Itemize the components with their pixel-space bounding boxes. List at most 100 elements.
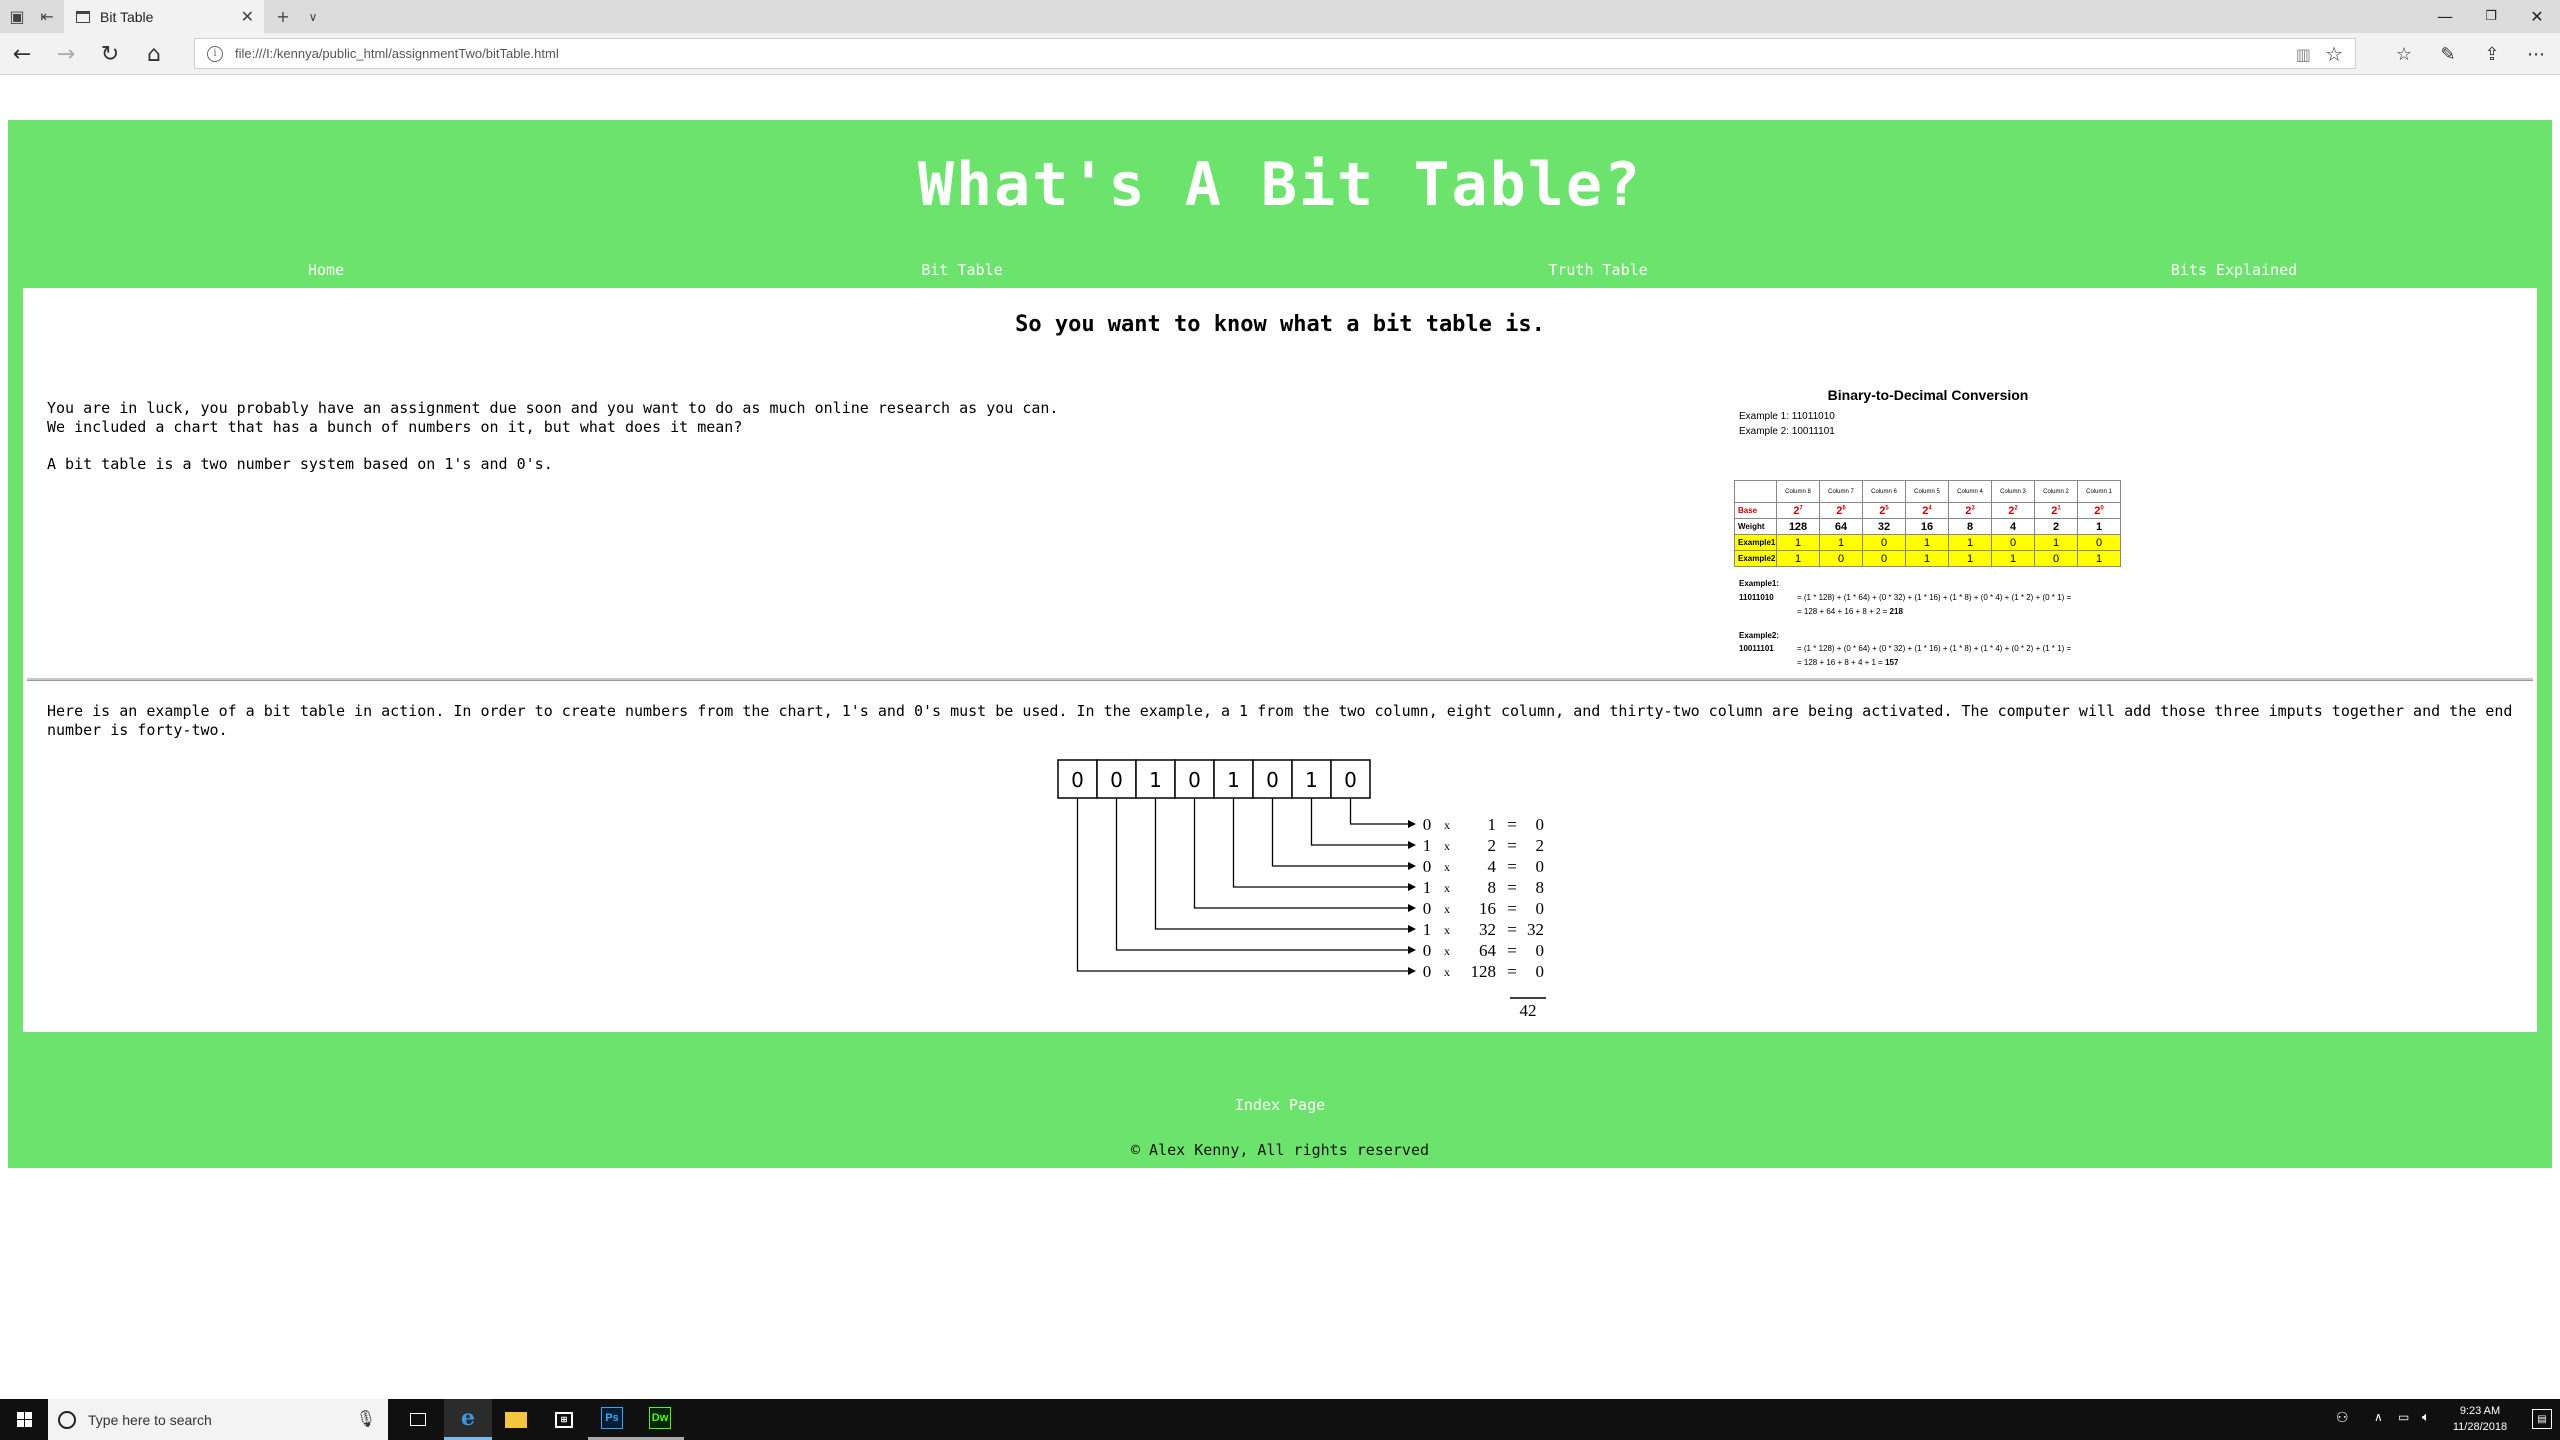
- forward-arrow-icon[interactable]: →: [46, 37, 86, 71]
- calc1-label: Example1:: [1739, 579, 1780, 588]
- calc1-line-1: = (1 * 128) + (1 * 64) + (0 * 32) + (1 *…: [1797, 593, 2072, 602]
- refresh-icon[interactable]: ↻: [90, 37, 130, 71]
- column-header: Column 4: [1948, 480, 1992, 503]
- row-weight: 16: [1479, 899, 1496, 918]
- favorites-hub-icon[interactable]: ☆: [2384, 37, 2424, 71]
- tab-preview-chevron-icon[interactable]: ∨: [296, 0, 330, 33]
- bit-box-value: 0: [1110, 768, 1123, 792]
- equals-sign: =: [1507, 899, 1517, 918]
- arrow-head: [1408, 883, 1416, 891]
- calc2-number: 10011101: [1739, 644, 1774, 653]
- back-arrow-icon[interactable]: ←: [2, 37, 42, 71]
- connector-line: [1115, 798, 1408, 951]
- equals-sign: =: [1507, 836, 1517, 855]
- taskbar-app-file-explorer[interactable]: [492, 1399, 540, 1440]
- equals-sign: =: [1507, 962, 1517, 981]
- conversion-example-1: Example 1: 11011010: [1739, 411, 1835, 422]
- weight-cell: 1: [2077, 518, 2121, 535]
- bit-box-value: 0: [1266, 768, 1279, 792]
- task-view-button[interactable]: [394, 1399, 442, 1440]
- tab-title: Bit Table: [100, 8, 154, 25]
- share-icon[interactable]: ⇪: [2472, 37, 2512, 71]
- weight-cell: 8: [1948, 518, 1992, 535]
- bit-cell: 1: [1991, 550, 2035, 567]
- column-header: Column 5: [1905, 480, 1949, 503]
- taskbar-app-store[interactable]: ⊞: [540, 1399, 588, 1440]
- volume-icon[interactable]: 🔈︎: [2422, 1410, 2430, 1425]
- favorite-star-icon[interactable]: ☆: [2325, 42, 2343, 66]
- example-paragraph: Here is an example of a bit table in act…: [47, 702, 2513, 739]
- site-info-icon[interactable]: i: [207, 45, 223, 62]
- reading-view-icon[interactable]: ▥: [2296, 45, 2311, 64]
- browser-tab-active[interactable]: Bit Table ✕: [64, 0, 264, 33]
- row-bit: 1: [1423, 878, 1432, 897]
- equals-sign: =: [1507, 920, 1517, 939]
- address-bar[interactable]: i file:///I:/kennya/public_html/assignme…: [194, 38, 2356, 69]
- action-center-icon[interactable]: ▤: [2532, 1409, 2552, 1429]
- cortana-icon: [58, 1410, 76, 1429]
- new-tab-icon[interactable]: +: [266, 0, 300, 33]
- column-header: Column 3: [1991, 480, 2035, 503]
- clock-date: 11/28/2018: [2452, 1421, 2508, 1433]
- base-cell: 22: [1991, 502, 2035, 519]
- taskbar-app-photoshop[interactable]: Ps: [588, 1399, 636, 1440]
- base-row: Base 27 26 25 24 23 22 21 20: [1734, 502, 2121, 519]
- diagram-total: 42: [1520, 1001, 1537, 1020]
- nav-link-bit-table[interactable]: Bit Table: [644, 261, 1280, 279]
- row-weight: 32: [1479, 920, 1496, 939]
- bit-cell: 0: [1991, 534, 2035, 551]
- microphone-icon[interactable]: 🎙︎: [356, 1409, 376, 1428]
- taskbar-search-box[interactable]: Type here to search 🎙︎: [48, 1399, 388, 1440]
- intro-paragraph-1: You are in luck, you probably have an as…: [47, 399, 1059, 417]
- arrow-head: [1408, 925, 1416, 933]
- footer-index-link[interactable]: Index Page: [8, 1096, 2552, 1114]
- base-cell: 20: [2077, 502, 2121, 519]
- base-cell: 26: [1819, 502, 1863, 519]
- window-close-icon[interactable]: ✕: [2514, 0, 2560, 33]
- show-hidden-icons-chevron[interactable]: ∧: [2374, 1410, 2383, 1424]
- horizontal-divider: [27, 678, 2533, 681]
- calc2-line-2: = 128 + 16 + 8 + 4 + 1 = 157: [1797, 658, 1899, 667]
- tab-actions-icon[interactable]: ▣: [0, 0, 34, 33]
- browser-tab-bar: ▣ ⇤ Bit Table ✕ + ∨ — ❐ ✕: [0, 0, 2560, 33]
- taskbar-clock[interactable]: 9:23 AM 11/28/2018: [2440, 1403, 2520, 1435]
- row-product: 0: [1536, 857, 1545, 876]
- bit-cell: 1: [1776, 534, 1820, 551]
- home-icon[interactable]: ⌂: [134, 37, 174, 71]
- row-weight: 4: [1488, 857, 1497, 876]
- make-web-note-icon[interactable]: ✎: [2428, 37, 2468, 71]
- taskbar-app-dreamweaver[interactable]: Dw: [636, 1399, 684, 1440]
- set-aside-tabs-icon[interactable]: ⇤: [30, 0, 64, 33]
- row-bit: 0: [1423, 941, 1432, 960]
- page-viewport[interactable]: What's A Bit Table? Home Bit Table Truth…: [0, 76, 2560, 1399]
- windows-taskbar: Type here to search 🎙︎ e ⊞ Ps Dw ⚇ ∧ ▭ 🔈…: [0, 1399, 2560, 1440]
- arrow-head: [1408, 820, 1416, 828]
- row-bit: 0: [1423, 899, 1432, 918]
- more-menu-icon[interactable]: ⋯: [2516, 37, 2556, 71]
- arrow-head: [1408, 841, 1416, 849]
- start-button[interactable]: [0, 1399, 48, 1440]
- windows-logo-icon: [16, 1412, 32, 1427]
- times-sign: x: [1444, 818, 1450, 832]
- bit-cell: 1: [1948, 550, 1992, 567]
- weight-cell: 128: [1776, 518, 1820, 535]
- tab-close-icon[interactable]: ✕: [241, 7, 254, 26]
- search-placeholder: Type here to search: [88, 1411, 212, 1428]
- restore-icon[interactable]: ❐: [2468, 0, 2514, 33]
- people-icon[interactable]: ⚇: [2336, 1410, 2349, 1426]
- nav-link-truth-table[interactable]: Truth Table: [1280, 261, 1916, 279]
- bit-cell: 1: [2034, 534, 2078, 551]
- row-weight: 1: [1488, 815, 1497, 834]
- row-weight: 128: [1471, 962, 1497, 981]
- binary-conversion-image: Binary-to-Decimal Conversion Example 1: …: [1723, 383, 2133, 667]
- connector-line: [1154, 798, 1408, 930]
- row-label: Example2: [1734, 550, 1777, 567]
- taskbar-app-edge[interactable]: e: [444, 1399, 492, 1440]
- minimize-icon[interactable]: —: [2422, 0, 2468, 33]
- nav-link-bits-explained[interactable]: Bits Explained: [1916, 261, 2552, 279]
- arrow-head: [1408, 904, 1416, 912]
- network-icon[interactable]: ▭: [2398, 1410, 2409, 1424]
- browser-nav-bar: ← → ↻ ⌂ i file:///I:/kennya/public_html/…: [0, 33, 2560, 75]
- nav-link-home[interactable]: Home: [8, 261, 644, 279]
- bit-cell: 0: [2077, 534, 2121, 551]
